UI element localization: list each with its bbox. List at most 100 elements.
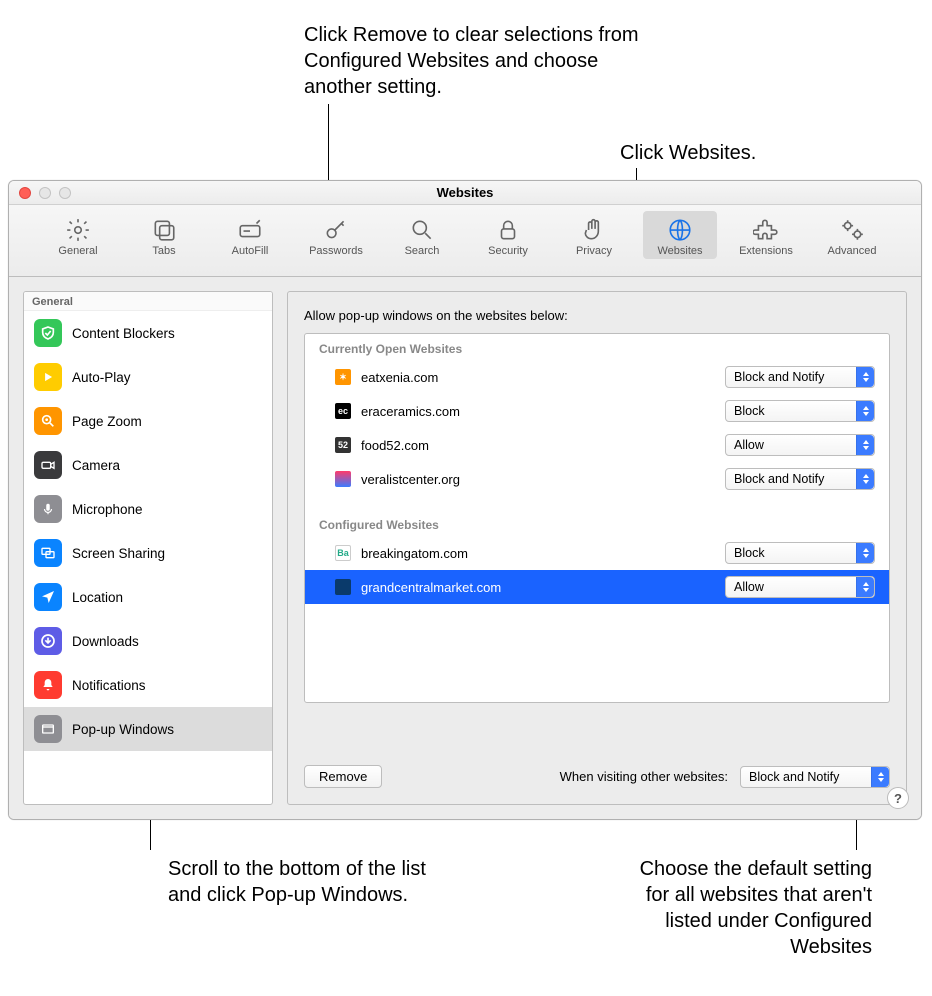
- tab-privacy[interactable]: Privacy: [557, 211, 631, 259]
- tab-label: General: [41, 245, 115, 257]
- remove-button[interactable]: Remove: [304, 765, 382, 788]
- callout-remove: Click Remove to clear selections from Co…: [304, 22, 648, 100]
- sidebar-item-label: Camera: [72, 458, 120, 473]
- site-row[interactable]: ✶ eatxenia.com Block and Notify: [305, 360, 889, 394]
- help-button[interactable]: ?: [887, 787, 909, 809]
- bell-icon: [34, 671, 62, 699]
- tab-passwords[interactable]: Passwords: [299, 211, 373, 259]
- puzzle-icon: [729, 215, 803, 245]
- site-row[interactable]: 52 food52.com Allow: [305, 428, 889, 462]
- sidebar-item-page-zoom[interactable]: Page Zoom: [24, 399, 272, 443]
- tab-label: Security: [471, 245, 545, 257]
- lock-icon: [471, 215, 545, 245]
- sidebar-item-label: Notifications: [72, 678, 146, 693]
- screens-icon: [34, 539, 62, 567]
- sidebar-item-downloads[interactable]: Downloads: [24, 619, 272, 663]
- tab-advanced[interactable]: Advanced: [815, 211, 889, 259]
- setting-value: Allow: [734, 438, 764, 452]
- site-domain: grandcentralmarket.com: [361, 580, 725, 595]
- setting-value: Block and Notify: [734, 370, 824, 384]
- sidebar-item-label: Location: [72, 590, 123, 605]
- tab-security[interactable]: Security: [471, 211, 545, 259]
- tabs-icon: [127, 215, 201, 245]
- autofill-icon: [213, 215, 287, 245]
- tab-websites[interactable]: Websites: [643, 211, 717, 259]
- site-row[interactable]: Ba breakingatom.com Block: [305, 536, 889, 570]
- hand-icon: [557, 215, 631, 245]
- sidebar-item-notifications[interactable]: Notifications: [24, 663, 272, 707]
- site-row[interactable]: veralistcenter.org Block and Notify: [305, 462, 889, 496]
- sidebar-header: General: [24, 292, 272, 311]
- sidebar-item-label: Microphone: [72, 502, 143, 517]
- favicon: [335, 579, 351, 595]
- tab-label: AutoFill: [213, 245, 287, 257]
- shield-check-icon: [34, 319, 62, 347]
- sidebar-item-autoplay[interactable]: Auto-Play: [24, 355, 272, 399]
- main-title: Allow pop-up windows on the websites bel…: [304, 308, 890, 323]
- search-icon: [385, 215, 459, 245]
- globe-icon: [643, 215, 717, 245]
- sidebar-item-location[interactable]: Location: [24, 575, 272, 619]
- gears-icon: [815, 215, 889, 245]
- titlebar: Websites: [9, 181, 921, 205]
- tab-label: Websites: [643, 245, 717, 257]
- sidebar-item-label: Screen Sharing: [72, 546, 165, 561]
- sidebar-item-content-blockers[interactable]: Content Blockers: [24, 311, 272, 355]
- sidebar-item-screen-sharing[interactable]: Screen Sharing: [24, 531, 272, 575]
- callout-popup: Scroll to the bottom of the list and cli…: [168, 856, 428, 908]
- websites-list: Currently Open Websites ✶ eatxenia.com B…: [304, 333, 890, 703]
- key-icon: [299, 215, 373, 245]
- section-open: Currently Open Websites: [305, 334, 889, 360]
- sidebar-item-microphone[interactable]: Microphone: [24, 487, 272, 531]
- gear-icon: [41, 215, 115, 245]
- site-domain: food52.com: [361, 438, 725, 453]
- tab-label: Extensions: [729, 245, 803, 257]
- download-icon: [34, 627, 62, 655]
- sidebar-item-label: Pop-up Windows: [72, 722, 174, 737]
- sidebar-item-label: Auto-Play: [72, 370, 131, 385]
- sidebar-item-label: Content Blockers: [72, 326, 175, 341]
- setting-select[interactable]: Allow: [725, 576, 875, 598]
- tab-label: Passwords: [299, 245, 373, 257]
- setting-select[interactable]: Block: [725, 542, 875, 564]
- site-domain: eraceramics.com: [361, 404, 725, 419]
- sidebar-item-label: Page Zoom: [72, 414, 142, 429]
- favicon: ec: [335, 403, 351, 419]
- window-body: General Content Blockers Auto-Play Page …: [9, 277, 921, 819]
- favicon: [335, 471, 351, 487]
- window-title: Websites: [9, 185, 921, 200]
- tab-extensions[interactable]: Extensions: [729, 211, 803, 259]
- setting-value: Block: [734, 404, 765, 418]
- site-row[interactable]: ec eraceramics.com Block: [305, 394, 889, 428]
- microphone-icon: [34, 495, 62, 523]
- setting-select[interactable]: Block and Notify: [725, 366, 875, 388]
- play-icon: [34, 363, 62, 391]
- callout-default: Choose the default setting for all websi…: [622, 856, 872, 960]
- tab-general[interactable]: General: [41, 211, 115, 259]
- setting-select[interactable]: Block: [725, 400, 875, 422]
- tab-tabs[interactable]: Tabs: [127, 211, 201, 259]
- location-icon: [34, 583, 62, 611]
- tab-search[interactable]: Search: [385, 211, 459, 259]
- favicon: Ba: [335, 545, 351, 561]
- window-icon: [34, 715, 62, 743]
- setting-value: Block: [734, 546, 765, 560]
- setting-value: Allow: [734, 580, 764, 594]
- setting-value: Block and Notify: [749, 770, 839, 784]
- tab-autofill[interactable]: AutoFill: [213, 211, 287, 259]
- sidebar[interactable]: General Content Blockers Auto-Play Page …: [23, 291, 273, 805]
- camera-icon: [34, 451, 62, 479]
- tab-label: Advanced: [815, 245, 889, 257]
- favicon: ✶: [335, 369, 351, 385]
- other-websites-select[interactable]: Block and Notify: [740, 766, 890, 788]
- tab-label: Search: [385, 245, 459, 257]
- site-domain: eatxenia.com: [361, 370, 725, 385]
- callout-websites: Click Websites.: [620, 140, 756, 166]
- favicon: 52: [335, 437, 351, 453]
- sidebar-item-camera[interactable]: Camera: [24, 443, 272, 487]
- setting-select[interactable]: Block and Notify: [725, 468, 875, 490]
- sidebar-item-popup-windows[interactable]: Pop-up Windows: [24, 707, 272, 751]
- site-row-selected[interactable]: grandcentralmarket.com Allow: [305, 570, 889, 604]
- setting-select[interactable]: Allow: [725, 434, 875, 456]
- sidebar-item-label: Downloads: [72, 634, 139, 649]
